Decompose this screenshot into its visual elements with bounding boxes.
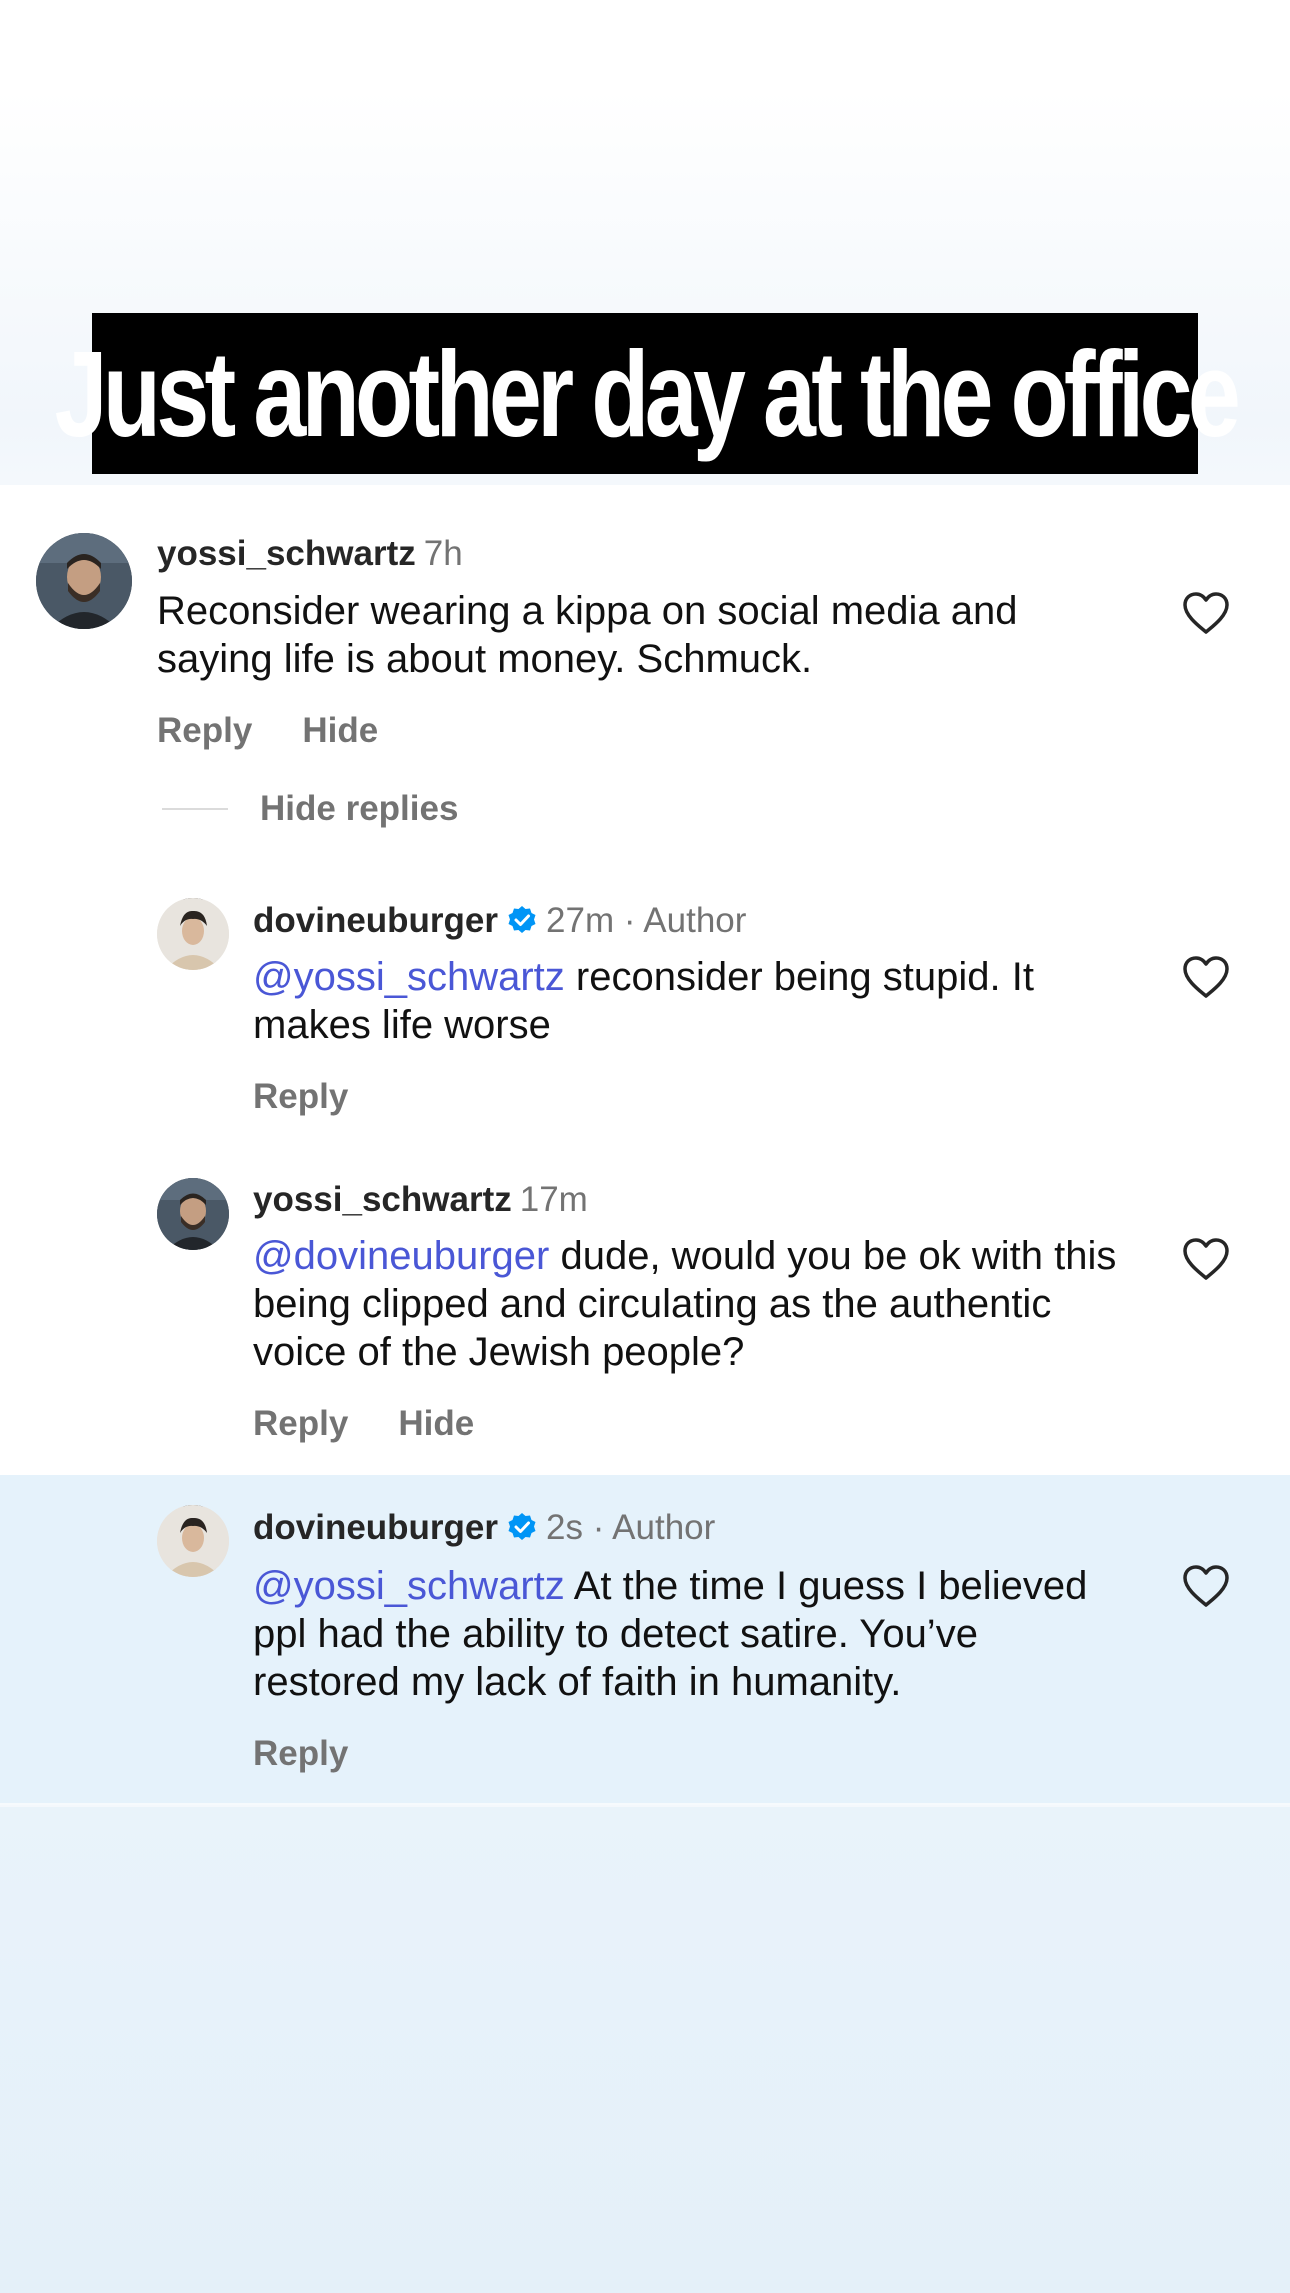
username[interactable]: yossi_schwartz <box>157 534 416 573</box>
avatar[interactable] <box>157 1178 229 1250</box>
reply-button[interactable]: Reply <box>253 1077 348 1116</box>
username[interactable]: dovineuburger <box>253 901 498 940</box>
mention-link[interactable]: @yossi_schwartz <box>253 955 565 999</box>
avatar[interactable] <box>36 533 132 629</box>
divider-line <box>162 808 228 810</box>
verified-badge-icon <box>508 1513 536 1540</box>
mention-link[interactable]: @dovineuburger <box>253 1234 549 1278</box>
avatar[interactable] <box>157 898 229 970</box>
banner-text: Just another day at the office <box>54 325 1240 462</box>
avatar-image <box>36 533 132 629</box>
reply-button[interactable]: Reply <box>157 711 252 750</box>
comment-meta: dovineuburger 2s · Author <box>253 1510 715 1545</box>
heart-outline-icon[interactable] <box>1181 954 1231 1000</box>
reply-button[interactable]: Reply <box>253 1734 348 1773</box>
comment-meta: dovineuburger 27m · Author <box>253 903 746 938</box>
username[interactable]: yossi_schwartz <box>253 1180 512 1219</box>
comment-actions: Reply Hide <box>253 1404 524 1444</box>
comment-actions: Reply <box>253 1077 398 1117</box>
reply-button[interactable]: Reply <box>253 1404 348 1443</box>
avatar-image <box>157 1505 229 1577</box>
avatar-image <box>157 1178 229 1250</box>
timestamp: 17m <box>519 1180 588 1219</box>
username[interactable]: dovineuburger <box>253 1508 498 1547</box>
heart-outline-icon[interactable] <box>1181 1563 1231 1609</box>
comment-meta: yossi_schwartz 7h <box>157 536 463 571</box>
mention-link[interactable]: @yossi_schwartz <box>253 1564 565 1608</box>
hide-button[interactable]: Hide <box>398 1404 474 1443</box>
hide-button[interactable]: Hide <box>302 711 378 750</box>
comment-meta: yossi_schwartz 17m <box>253 1182 588 1217</box>
comment-actions: Reply <box>253 1734 398 1774</box>
video-caption-banner: Just another day at the office <box>54 313 1240 474</box>
comment-text: @yossi_schwartz reconsider being stupid.… <box>253 953 1133 1049</box>
timestamp: 2s · Author <box>546 1508 716 1547</box>
hide-replies-toggle[interactable]: Hide replies <box>162 789 458 829</box>
verified-badge-icon <box>508 906 536 933</box>
avatar-image <box>157 898 229 970</box>
avatar[interactable] <box>157 1505 229 1577</box>
heart-outline-icon[interactable] <box>1181 590 1231 636</box>
comment-text: Reconsider wearing a kippa on social med… <box>157 589 1018 681</box>
timestamp: 7h <box>423 534 463 573</box>
comment-actions: Reply Hide <box>157 711 428 751</box>
empty-background <box>0 1807 1290 2293</box>
timestamp: 27m · Author <box>546 901 747 940</box>
heart-outline-icon[interactable] <box>1181 1236 1231 1282</box>
comment-text: @yossi_schwartz At the time I guess I be… <box>253 1562 1133 1706</box>
comment-text: @dovineuburger dude, would you be ok wit… <box>253 1232 1133 1376</box>
hide-replies-label: Hide replies <box>260 789 459 828</box>
